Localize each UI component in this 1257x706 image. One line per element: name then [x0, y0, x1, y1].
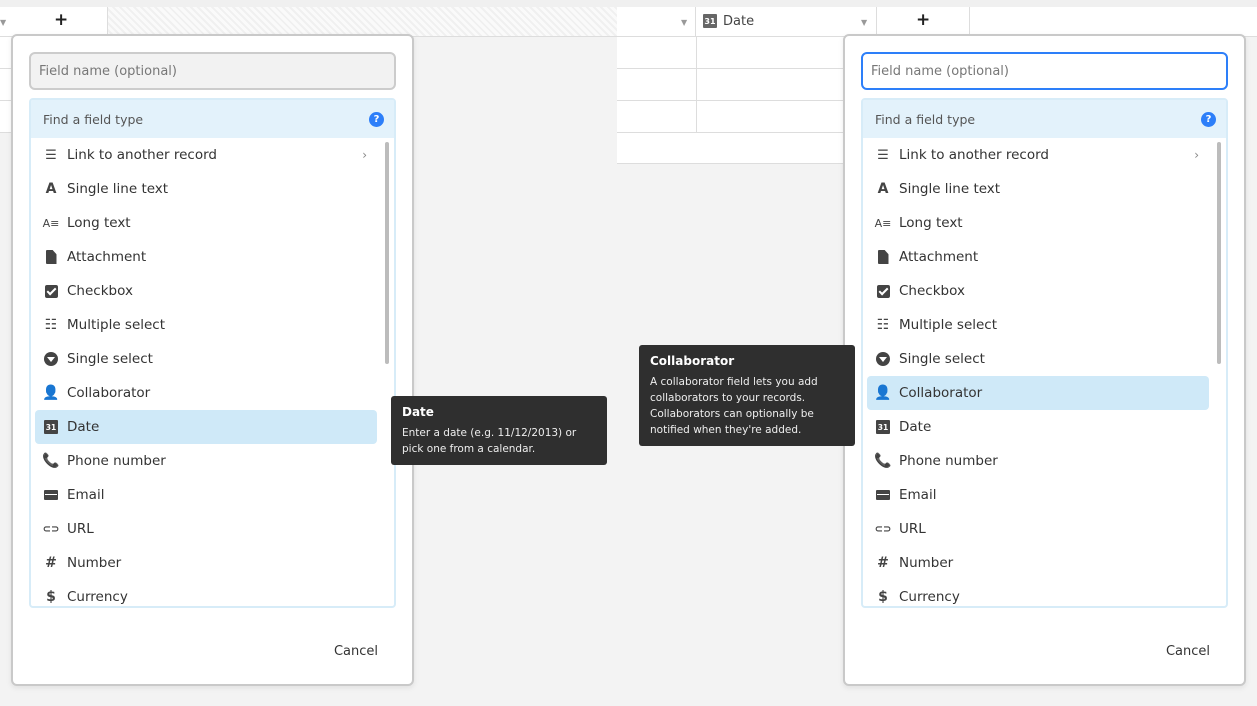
field-type-list-box: ? ☰ Link to another record › A Single li…: [29, 98, 396, 608]
column-menu-caret[interactable]: ▼: [681, 18, 687, 27]
field-type-single-select[interactable]: Single select: [867, 342, 1209, 376]
multiple-select-icon: ☷: [44, 317, 58, 333]
text-a-icon: A: [45, 181, 57, 197]
field-type-phone-number[interactable]: 📞 Phone number: [867, 444, 1209, 478]
attachment-icon: [873, 249, 893, 265]
field-name-input[interactable]: [29, 52, 396, 90]
field-type-collaborator[interactable]: 👤 Collaborator: [35, 376, 377, 410]
multiple-select-icon: ☷: [876, 317, 890, 333]
field-type-list: ☰ Link to another record › A Single line…: [31, 138, 394, 606]
field-type-email[interactable]: Email: [867, 478, 1209, 512]
currency-icon: $: [46, 589, 56, 605]
grid-header-left: ▼ +: [0, 7, 617, 37]
cancel-button[interactable]: Cancel: [1160, 643, 1216, 660]
field-type-checkbox[interactable]: Checkbox: [35, 274, 377, 308]
chevron-right-icon: ›: [362, 148, 367, 162]
date-tooltip: Date Enter a date (e.g. 11/12/2013) or p…: [391, 396, 607, 465]
hash-icon: #: [877, 555, 889, 571]
field-type-list: ☰ Link to another record › A Single line…: [863, 138, 1226, 606]
field-type-single-line-text[interactable]: A Single line text: [867, 172, 1209, 206]
calendar-icon: 31: [703, 14, 717, 28]
field-type-list-box: ? ☰ Link to another record › A Single li…: [861, 98, 1228, 608]
calendar-icon: 31: [41, 419, 61, 435]
hash-icon: #: [45, 555, 57, 571]
envelope-icon: [41, 487, 61, 503]
currency-icon: $: [878, 589, 888, 605]
field-type-number[interactable]: # Number: [867, 546, 1209, 580]
field-type-search-input[interactable]: [863, 100, 1226, 138]
field-type-single-select[interactable]: Single select: [35, 342, 377, 376]
field-type-long-text[interactable]: A≡ Long text: [35, 206, 377, 240]
field-type-attachment[interactable]: Attachment: [867, 240, 1209, 274]
field-type-search: ?: [31, 100, 394, 138]
text-a-icon: A: [877, 181, 889, 197]
field-type-attachment[interactable]: Attachment: [35, 240, 377, 274]
field-type-url[interactable]: ⊂⊃ URL: [867, 512, 1209, 546]
grid-row[interactable]: [617, 101, 877, 133]
tooltip-description: Enter a date (e.g. 11/12/2013) or pick o…: [402, 427, 577, 455]
field-type-collaborator[interactable]: 👤 Collaborator: [867, 376, 1209, 410]
field-type-panel-left: ? ☰ Link to another record › A Single li…: [11, 34, 414, 686]
field-type-search: ?: [863, 100, 1226, 138]
add-column-cell[interactable]: +: [14, 7, 108, 36]
field-type-email[interactable]: Email: [35, 478, 377, 512]
header-hatch: [108, 7, 617, 36]
top-strip: [0, 0, 1257, 7]
grid-row[interactable]: [617, 69, 877, 101]
add-column-cell[interactable]: +: [877, 7, 970, 36]
single-select-icon: [41, 351, 61, 367]
field-type-multiple-select[interactable]: ☷ Multiple select: [867, 308, 1209, 342]
link-record-icon: ☰: [45, 147, 57, 163]
phone-icon: 📞: [874, 453, 892, 469]
cancel-button[interactable]: Cancel: [328, 643, 384, 660]
field-type-date[interactable]: 31 Date: [35, 410, 377, 444]
date-column-label: Date: [723, 14, 755, 29]
field-type-single-line-text[interactable]: A Single line text: [35, 172, 377, 206]
scrollbar-thumb[interactable]: [385, 142, 389, 364]
field-type-url[interactable]: ⊂⊃ URL: [35, 512, 377, 546]
attachment-icon: [41, 249, 61, 265]
tooltip-description: A collaborator field lets you add collab…: [650, 376, 818, 436]
field-type-link-to-record[interactable]: ☰ Link to another record ›: [867, 138, 1209, 172]
column-header[interactable]: ▼: [617, 7, 696, 36]
tooltip-title: Date: [402, 405, 434, 419]
field-name-input[interactable]: [861, 52, 1228, 90]
calendar-icon: 31: [873, 419, 893, 435]
envelope-icon: [873, 487, 893, 503]
add-column-button[interactable]: +: [54, 10, 68, 30]
grid-row[interactable]: [617, 37, 877, 69]
field-type-currency[interactable]: $ Currency: [867, 580, 1209, 606]
single-select-icon: [873, 351, 893, 367]
field-type-checkbox[interactable]: Checkbox: [867, 274, 1209, 308]
phone-icon: 📞: [42, 453, 60, 469]
person-icon: 👤: [42, 385, 60, 401]
scrollbar-thumb[interactable]: [1217, 142, 1221, 364]
link-icon: ⊂⊃: [42, 523, 60, 535]
field-type-number[interactable]: # Number: [35, 546, 377, 580]
link-record-icon: ☰: [877, 147, 889, 163]
checkbox-icon: [41, 283, 61, 299]
grid-row[interactable]: [617, 133, 877, 164]
person-icon: 👤: [874, 385, 892, 401]
link-icon: ⊂⊃: [874, 523, 892, 535]
date-column-menu-caret[interactable]: ▼: [861, 18, 867, 27]
field-type-phone-number[interactable]: 📞 Phone number: [35, 444, 377, 478]
long-text-icon: A≡: [42, 216, 60, 230]
collaborator-tooltip: Collaborator A collaborator field lets y…: [639, 345, 855, 446]
field-type-panel-right: ? ☰ Link to another record › A Single li…: [843, 34, 1246, 686]
field-type-link-to-record[interactable]: ☰ Link to another record ›: [35, 138, 377, 172]
tooltip-title: Collaborator: [650, 354, 735, 368]
column-menu-caret[interactable]: ▼: [0, 18, 6, 27]
chevron-right-icon: ›: [1194, 148, 1199, 162]
field-type-date[interactable]: 31 Date: [867, 410, 1209, 444]
checkbox-icon: [873, 283, 893, 299]
long-text-icon: A≡: [874, 216, 892, 230]
help-icon[interactable]: ?: [1201, 112, 1216, 127]
field-type-search-input[interactable]: [31, 100, 394, 138]
add-column-button[interactable]: +: [916, 10, 930, 30]
help-icon[interactable]: ?: [369, 112, 384, 127]
field-type-multiple-select[interactable]: ☷ Multiple select: [35, 308, 377, 342]
field-type-currency[interactable]: $ Currency: [35, 580, 377, 606]
field-type-long-text[interactable]: A≡ Long text: [867, 206, 1209, 240]
